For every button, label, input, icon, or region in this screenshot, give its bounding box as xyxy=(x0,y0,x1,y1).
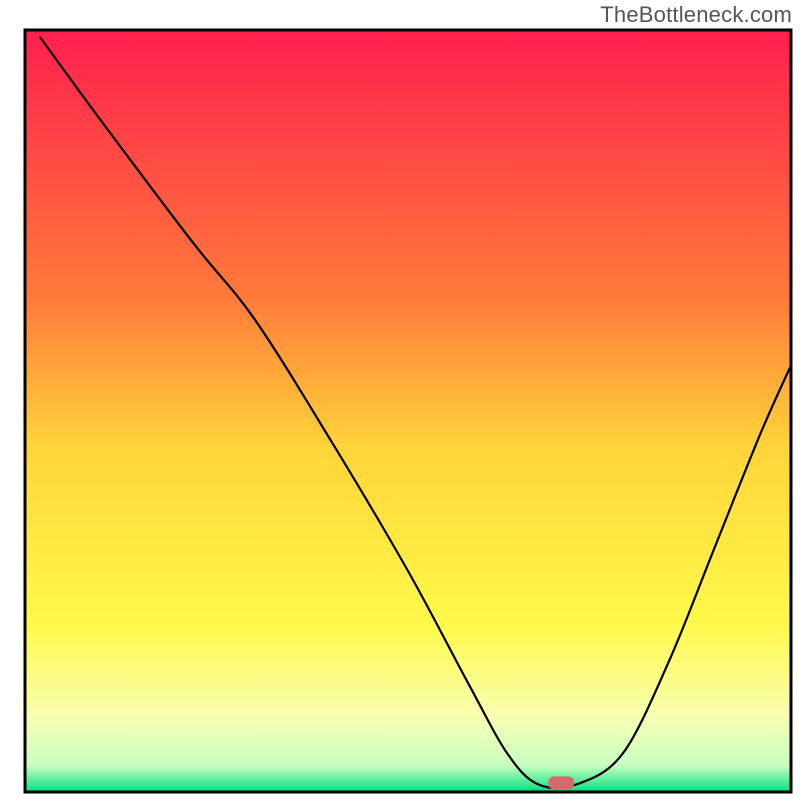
watermark-text: TheBottleneck.com xyxy=(600,2,792,28)
plot-background xyxy=(25,30,791,792)
bottleneck-chart xyxy=(0,0,800,800)
chart-container: { "watermark": "TheBottleneck.com", "cha… xyxy=(0,0,800,800)
optimal-marker xyxy=(548,776,574,789)
